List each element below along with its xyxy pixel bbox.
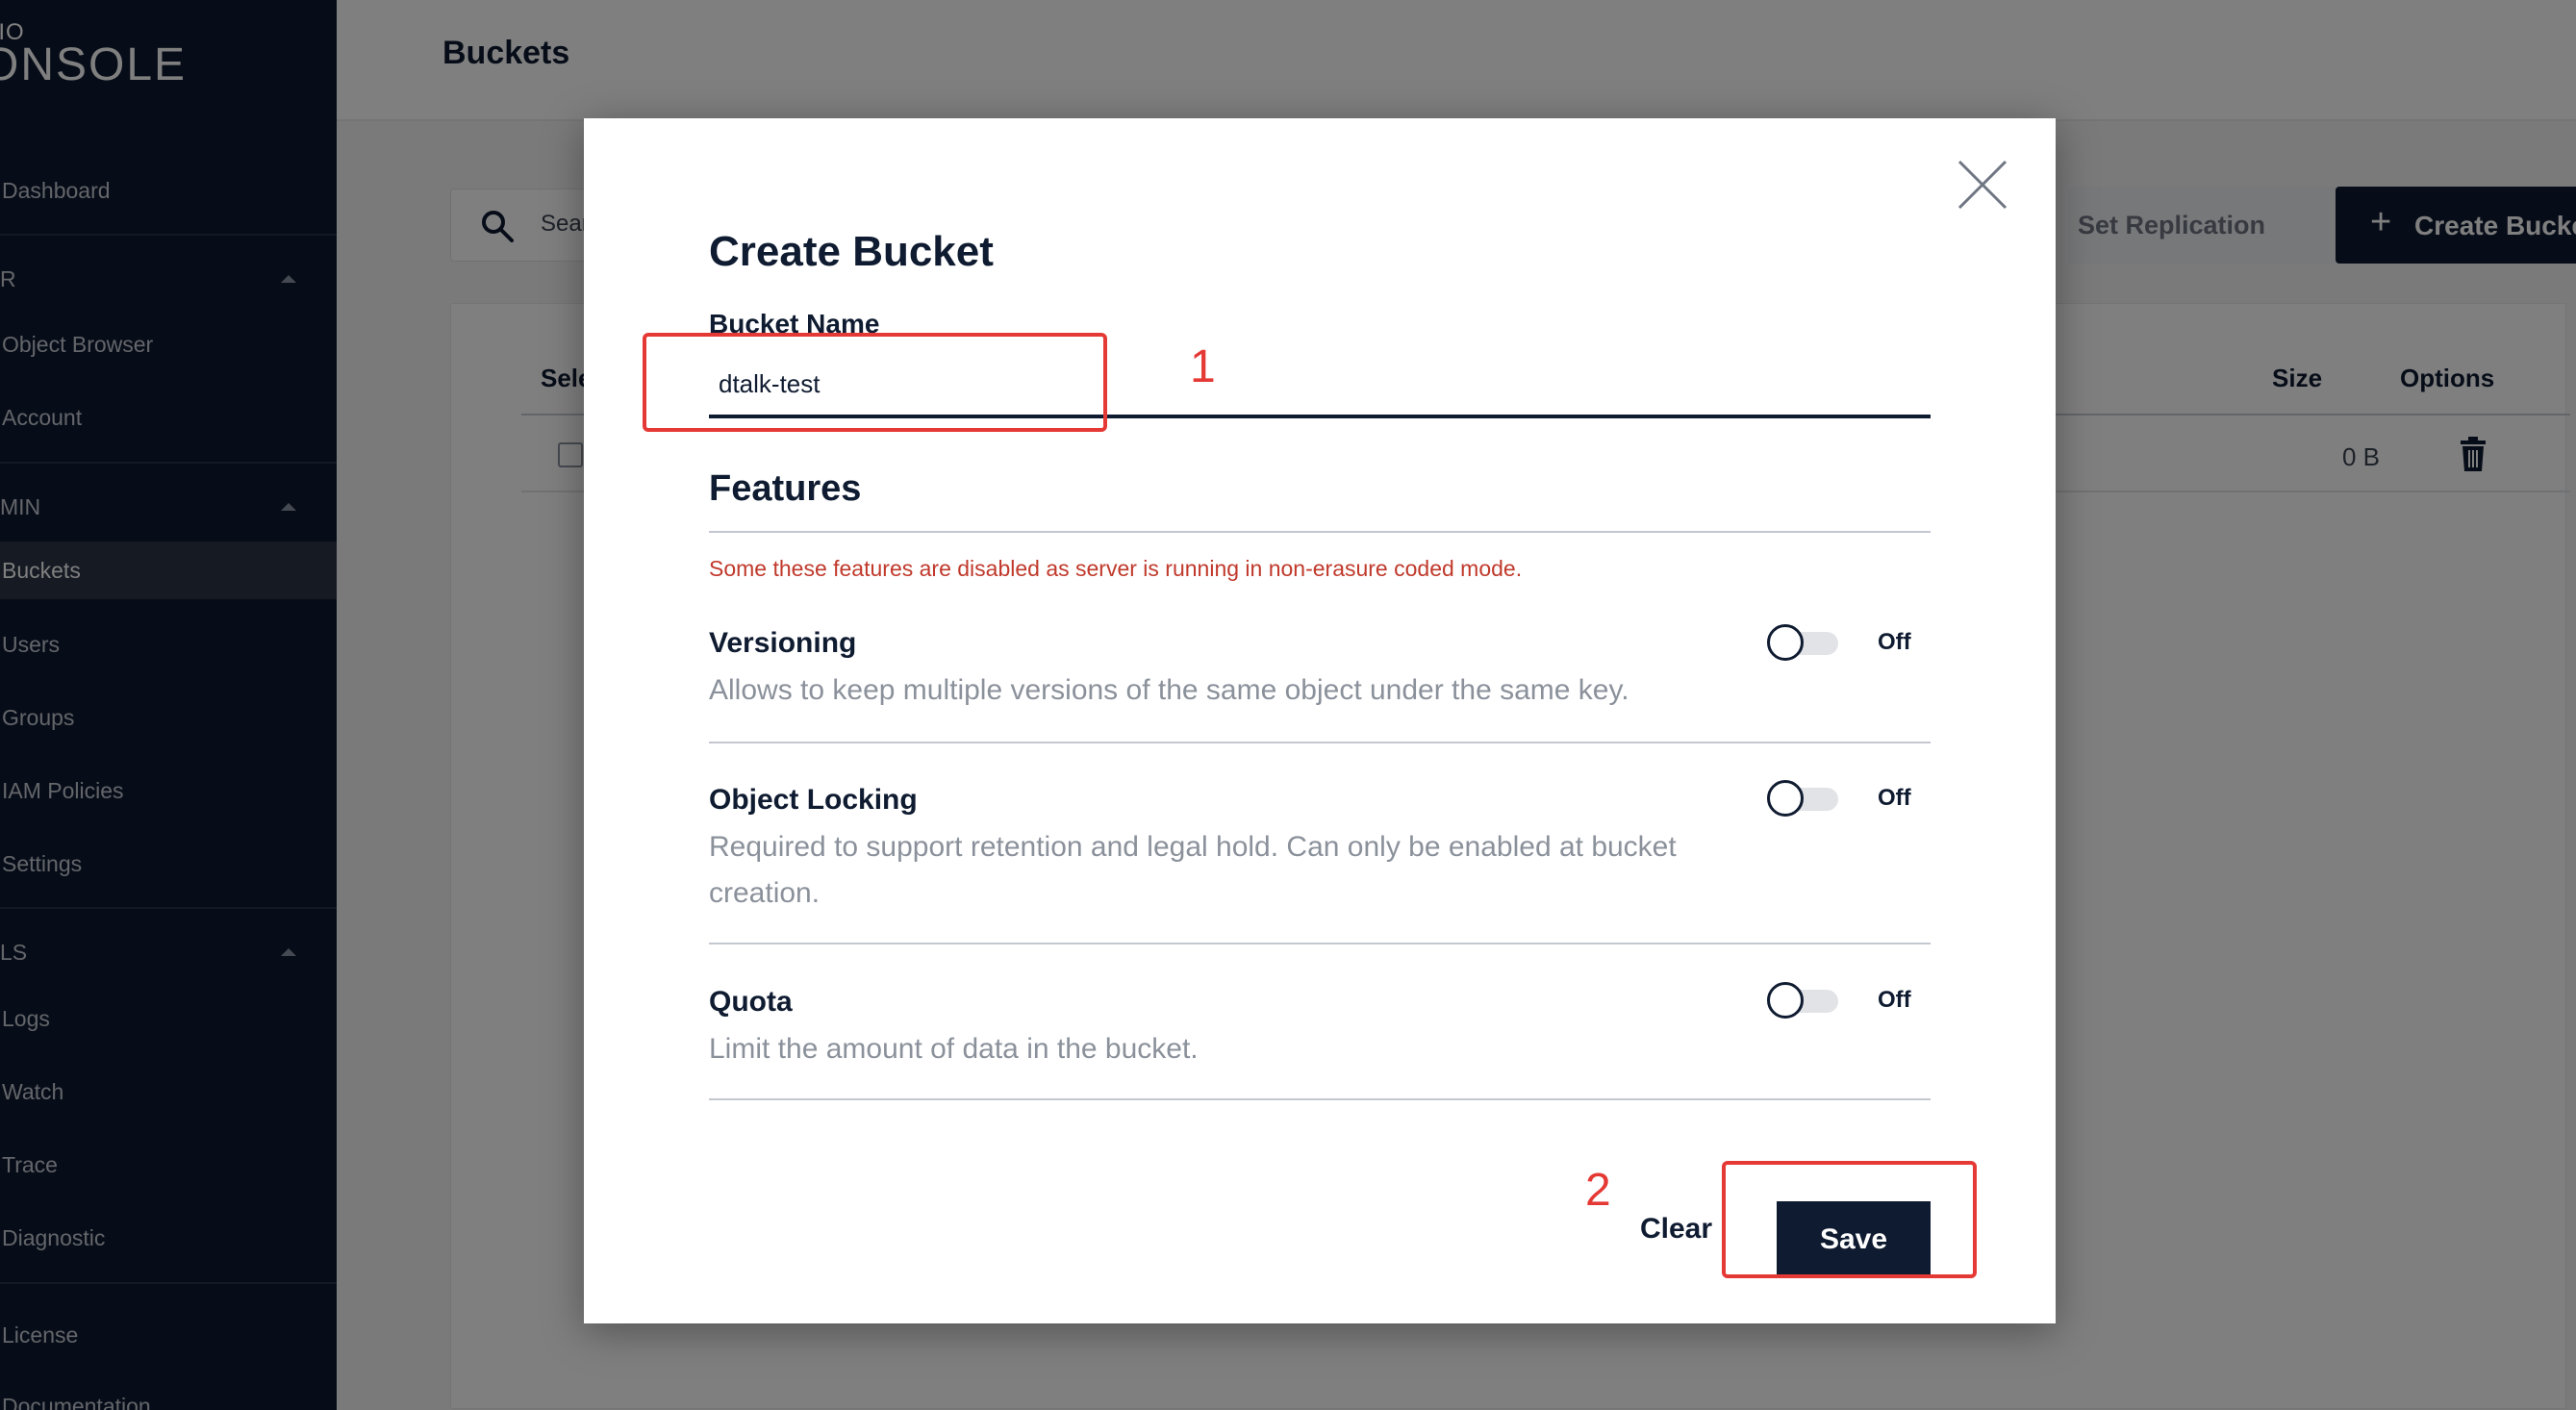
versioning-toggle[interactable] [1767, 624, 1838, 661]
versioning-state: Off [1878, 629, 1911, 655]
toggle-knob [1767, 780, 1804, 817]
object-locking-description: Required to support retention and legal … [709, 831, 1677, 909]
toggle-knob [1767, 624, 1804, 661]
object-locking-label: Object Locking [709, 784, 918, 816]
annotation-number-2: 2 [1585, 1165, 1611, 1216]
features-heading: Features [709, 468, 862, 509]
clear-button[interactable]: Clear [1640, 1213, 1712, 1246]
feature-divider [709, 742, 1931, 743]
versioning-description: Allows to keep multiple versions of the … [709, 674, 1629, 706]
close-icon[interactable] [1957, 160, 2008, 210]
annotation-box-save [1722, 1161, 1977, 1278]
quota-toggle[interactable] [1767, 982, 1838, 1019]
quota-state: Off [1878, 987, 1911, 1013]
quota-label: Quota [709, 986, 793, 1018]
features-warning: Some these features are disabled as serv… [709, 556, 1523, 581]
object-locking-toggle[interactable] [1767, 780, 1838, 817]
object-locking-state: Off [1878, 785, 1911, 811]
versioning-label: Versioning [709, 627, 857, 659]
toggle-knob [1767, 982, 1804, 1019]
annotation-number-1: 1 [1190, 341, 1216, 392]
features-divider [709, 531, 1931, 533]
create-bucket-dialog: Create Bucket Bucket Name Features Some … [584, 118, 2056, 1323]
feature-divider [709, 943, 1931, 944]
feature-divider [709, 1098, 1931, 1100]
dialog-title: Create Bucket [709, 228, 994, 275]
annotation-box-bucket-name [643, 333, 1107, 432]
quota-description: Limit the amount of data in the bucket. [709, 1033, 1199, 1065]
